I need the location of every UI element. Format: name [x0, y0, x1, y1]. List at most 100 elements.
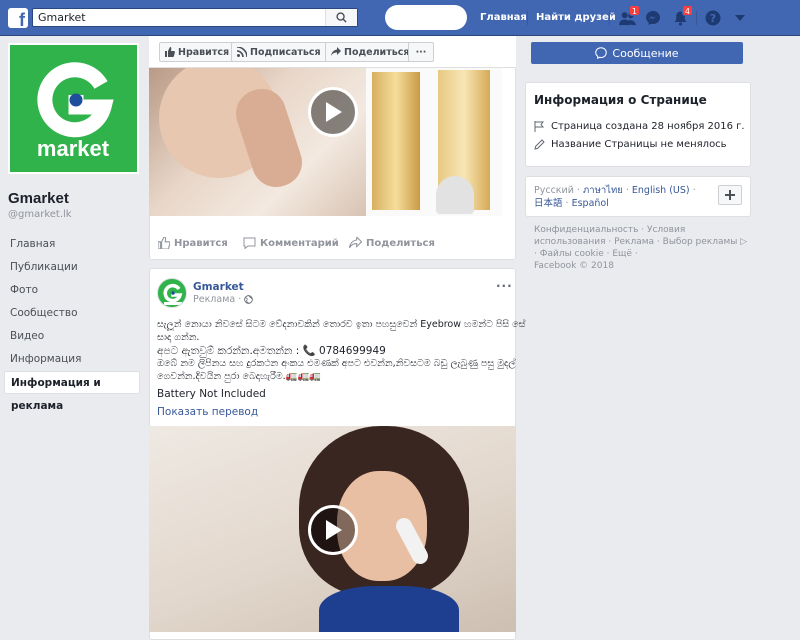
shirt-shape: [319, 586, 459, 632]
sponsored-text[interactable]: Реклама: [193, 294, 235, 305]
more-options-button[interactable]: ···: [408, 42, 434, 62]
post-text-line: ඔබේ නම ලිපිනය සහ දුරකථන අංකය එමණක් අපට එ…: [157, 358, 516, 369]
play-icon: [326, 520, 342, 540]
more-languages-button[interactable]: [718, 185, 742, 205]
messenger-button[interactable]: [643, 8, 663, 28]
globe-icon: [244, 295, 254, 304]
play-video-button[interactable]: [308, 505, 358, 555]
search-box: [32, 8, 358, 27]
messenger-icon: [646, 11, 660, 25]
separator-dot: ·: [565, 198, 569, 209]
more-options-label: ···: [415, 46, 427, 58]
language-link-english[interactable]: English (US): [632, 185, 690, 196]
notifications-button[interactable]: 4: [670, 5, 693, 28]
product-tube-cap-shape: [436, 176, 474, 214]
facebook-logo-icon[interactable]: f: [8, 8, 28, 28]
caret-down-icon: [735, 15, 745, 21]
footer-links-line[interactable]: Конфиденциальность · Условия: [534, 225, 685, 235]
messenger-icon: [595, 47, 608, 59]
product-image[interactable]: [366, 68, 502, 216]
separator-dot: ·: [692, 185, 696, 196]
friend-requests-badge: 1: [628, 5, 640, 16]
language-link-thai[interactable]: ภาษาไทย: [583, 185, 623, 196]
post-comment-label: Комментарий: [260, 237, 339, 249]
language-current: Русский: [534, 185, 574, 196]
post-share-label: Поделиться: [366, 237, 435, 249]
share-page-label: Поделиться: [344, 46, 410, 58]
svg-text:market: market: [37, 136, 110, 161]
comment-icon: [243, 237, 256, 249]
notifications-badge: 4: [681, 5, 693, 16]
page-profile-picture[interactable]: market: [8, 43, 139, 174]
page-created-row: Страница создана 28 ноября 2016 г.: [534, 121, 745, 132]
nav-home-link[interactable]: Главная: [480, 12, 527, 23]
follow-page-label: Подписаться: [250, 46, 321, 58]
product-box-shape: [372, 72, 420, 210]
share-page-button[interactable]: Поделиться: [325, 42, 416, 62]
search-button[interactable]: [325, 9, 357, 26]
show-translation-link[interactable]: Показать перевод: [157, 406, 258, 418]
footer-links-line[interactable]: · Файлы cookie · Ещё ·: [534, 249, 638, 259]
page-name-history-row: Название Страницы не менялось: [534, 139, 727, 150]
post-text-line: සාදා ගන්න.: [157, 332, 200, 343]
left-nav-item-photos[interactable]: Фото: [4, 279, 140, 302]
send-message-button[interactable]: Сообщение: [531, 42, 743, 64]
language-link-japanese[interactable]: 日本語: [534, 198, 563, 209]
post-like-button[interactable]: Нравится: [158, 237, 228, 249]
page-name[interactable]: Gmarket: [8, 190, 69, 207]
page-action-bar: Нравится Подписаться Поделиться ···: [149, 36, 516, 68]
left-nav-item-info-and-ads[interactable]: Информация и реклама: [4, 371, 140, 412]
gmarket-logo-icon: market: [37, 62, 114, 161]
rss-icon: [237, 47, 247, 57]
language-link-spanish[interactable]: Español: [572, 198, 609, 209]
page-info-title: Информация о Странице: [534, 93, 707, 107]
thumbs-up-icon: [165, 47, 175, 57]
post-text-line: සැලූන් නොයා නිවසේ සිටම වේදනාවකින් තොරව ඉ…: [157, 319, 526, 330]
flag-icon: [534, 121, 545, 132]
send-message-label: Сообщение: [612, 46, 679, 60]
nav-divider: [696, 11, 697, 25]
footer-links-line[interactable]: использования · Реклама · Выбор рекламы …: [534, 237, 747, 247]
share-arrow-icon: [331, 47, 341, 56]
profile-button[interactable]: [385, 5, 467, 30]
page-created-text: Страница создана 28 ноября 2016 г.: [551, 121, 745, 132]
post-options-button[interactable]: ···: [496, 279, 513, 293]
language-list: Русский · ภาษาไทย · English (US) · 日本語 ·…: [534, 184, 704, 210]
post-like-label: Нравится: [174, 237, 228, 249]
like-page-label: Нравится: [178, 46, 230, 58]
question-icon: ?: [705, 10, 721, 26]
post-share-button[interactable]: Поделиться: [349, 237, 435, 249]
post-sponsored-label: Реклама ·: [193, 294, 254, 305]
page-handle[interactable]: @gmarket.lk: [8, 209, 72, 220]
top-bar: f Главная Найти друзей 1 4: [0, 0, 800, 36]
post-comment-button[interactable]: Комментарий: [243, 237, 339, 249]
svg-text:?: ?: [710, 12, 716, 25]
post-author-name[interactable]: Gmarket: [193, 281, 244, 293]
page-name-history-text: Название Страницы не менялось: [551, 139, 727, 150]
left-nav-item-about[interactable]: Информация: [4, 348, 140, 371]
footer-copyright: Facebook © 2018: [534, 261, 614, 271]
post-text-line: ගෙවන්න.දිවයින පුරා බෙදාහැරීම.🚛🚛🚛: [157, 371, 322, 382]
friend-requests-button[interactable]: 1: [617, 5, 640, 28]
play-icon: [326, 102, 342, 122]
post-text-line: Battery Not Included: [157, 388, 266, 400]
play-video-button[interactable]: [308, 87, 358, 137]
search-icon: [336, 12, 347, 23]
pencil-icon: [534, 139, 545, 150]
nav-find-friends-link[interactable]: Найти друзей: [536, 12, 616, 23]
account-menu-button[interactable]: [730, 8, 750, 28]
post-author-avatar[interactable]: [157, 278, 187, 308]
post-text-line: අපට ඇතවුම් කරන්න.අමතන්න : 📞 0784699949: [157, 345, 386, 357]
share-arrow-icon: [349, 237, 362, 249]
help-button[interactable]: ?: [703, 8, 723, 28]
follow-page-button[interactable]: Подписаться: [231, 42, 327, 62]
separator-dot: ·: [238, 294, 242, 305]
left-nav-item-home[interactable]: Главная: [4, 233, 140, 256]
search-input[interactable]: [33, 9, 323, 26]
like-page-button[interactable]: Нравится: [159, 42, 236, 62]
left-nav-item-videos[interactable]: Видео: [4, 325, 140, 348]
plus-icon: [725, 190, 735, 200]
left-nav-item-community[interactable]: Сообщество: [4, 302, 140, 325]
page-left-nav: Главная Публикации Фото Сообщество Видео…: [4, 233, 140, 412]
left-nav-item-posts[interactable]: Публикации: [4, 256, 140, 279]
